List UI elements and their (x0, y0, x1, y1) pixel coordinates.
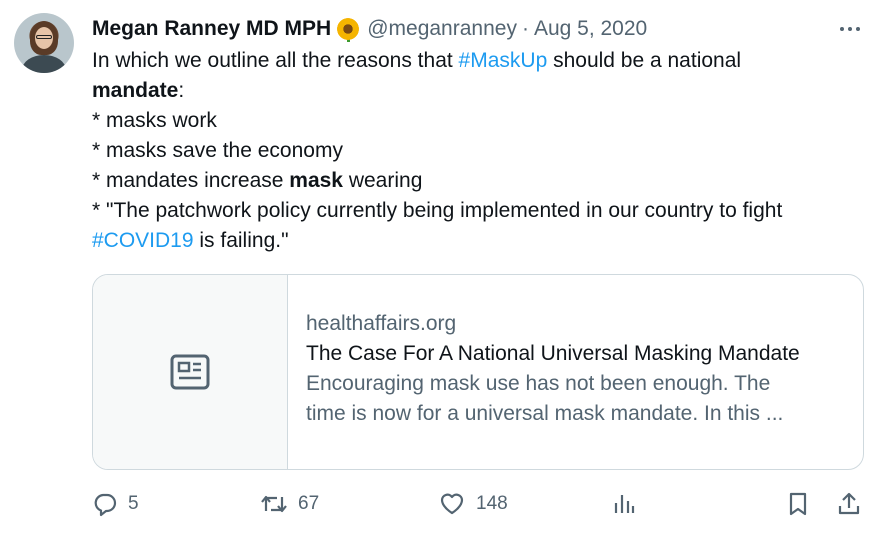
heart-icon (440, 493, 464, 515)
like-button[interactable]: 148 (438, 486, 508, 522)
author-handle[interactable]: @meganranney (367, 17, 517, 41)
avatar-shoulders (22, 55, 66, 73)
text-span: wearing (343, 169, 423, 192)
tweet-line: * "The patchwork policy currently being … (92, 199, 783, 222)
card-body: healthaffairs.org The Case For A Nationa… (288, 275, 863, 469)
sunflower-icon (337, 18, 360, 42)
hashtag-maskup[interactable]: #MaskUp (459, 49, 548, 72)
link-preview-card[interactable]: healthaffairs.org The Case For A Nationa… (92, 274, 864, 470)
retweet-count: 67 (298, 493, 320, 514)
more-options-icon[interactable] (838, 18, 862, 40)
analytics-icon (614, 495, 635, 513)
text-span: In which we outline all the reasons that (92, 49, 459, 72)
reply-button[interactable]: 5 (92, 486, 139, 522)
article-icon (170, 354, 210, 390)
tweet-line: In which we outline all the reasons that… (92, 46, 872, 76)
card-title: The Case For A National Universal Maskin… (306, 342, 800, 365)
text-span: is failing." (193, 229, 289, 252)
bold-text: mandate (92, 79, 179, 102)
tweet-line: * mandates increase mask wearing (92, 166, 872, 196)
card-description-line: Encouraging mask use has not been enough… (306, 372, 771, 395)
separator-dot: · (521, 17, 529, 40)
retweet-icon (261, 495, 287, 513)
like-count: 148 (476, 493, 508, 514)
text-span: should be a national (547, 49, 742, 72)
tweet-line: * masks save the economy (92, 139, 343, 162)
action-bar: 5 67 148 (92, 486, 872, 522)
tweet-line: #COVID19 is failing." (92, 226, 872, 256)
reply-count: 5 (128, 493, 139, 514)
tweet-line: mandate: (92, 76, 872, 106)
text-span: * mandates increase (92, 169, 290, 192)
tweet-date[interactable]: Aug 5, 2020 (534, 17, 647, 41)
tweet-line: * masks work (92, 109, 217, 132)
hashtag-covid19[interactable]: #COVID19 (92, 229, 194, 252)
reply-icon (94, 493, 117, 517)
avatar[interactable] (14, 13, 74, 73)
card-description-line: time is now for a universal mask mandate… (306, 402, 784, 425)
bookmark-button[interactable] (786, 486, 810, 522)
author-name[interactable]: Megan Ranney MD MPH (92, 17, 331, 41)
text-span: : (178, 79, 185, 102)
tweet: Megan Ranney MD MPH @meganranney · Aug 5… (0, 0, 878, 540)
tweet-header: Megan Ranney MD MPH @meganranney · Aug 5… (92, 14, 647, 44)
share-button[interactable] (836, 486, 862, 522)
bold-text: mask (289, 169, 343, 192)
share-icon (838, 492, 860, 515)
avatar-glasses (36, 35, 52, 39)
card-domain: healthaffairs.org (306, 312, 457, 335)
retweet-button[interactable]: 67 (260, 486, 319, 522)
views-button[interactable] (612, 486, 636, 522)
bookmark-icon (789, 492, 807, 516)
tweet-text: In which we outline all the reasons that… (92, 46, 872, 256)
card-media (93, 275, 288, 469)
